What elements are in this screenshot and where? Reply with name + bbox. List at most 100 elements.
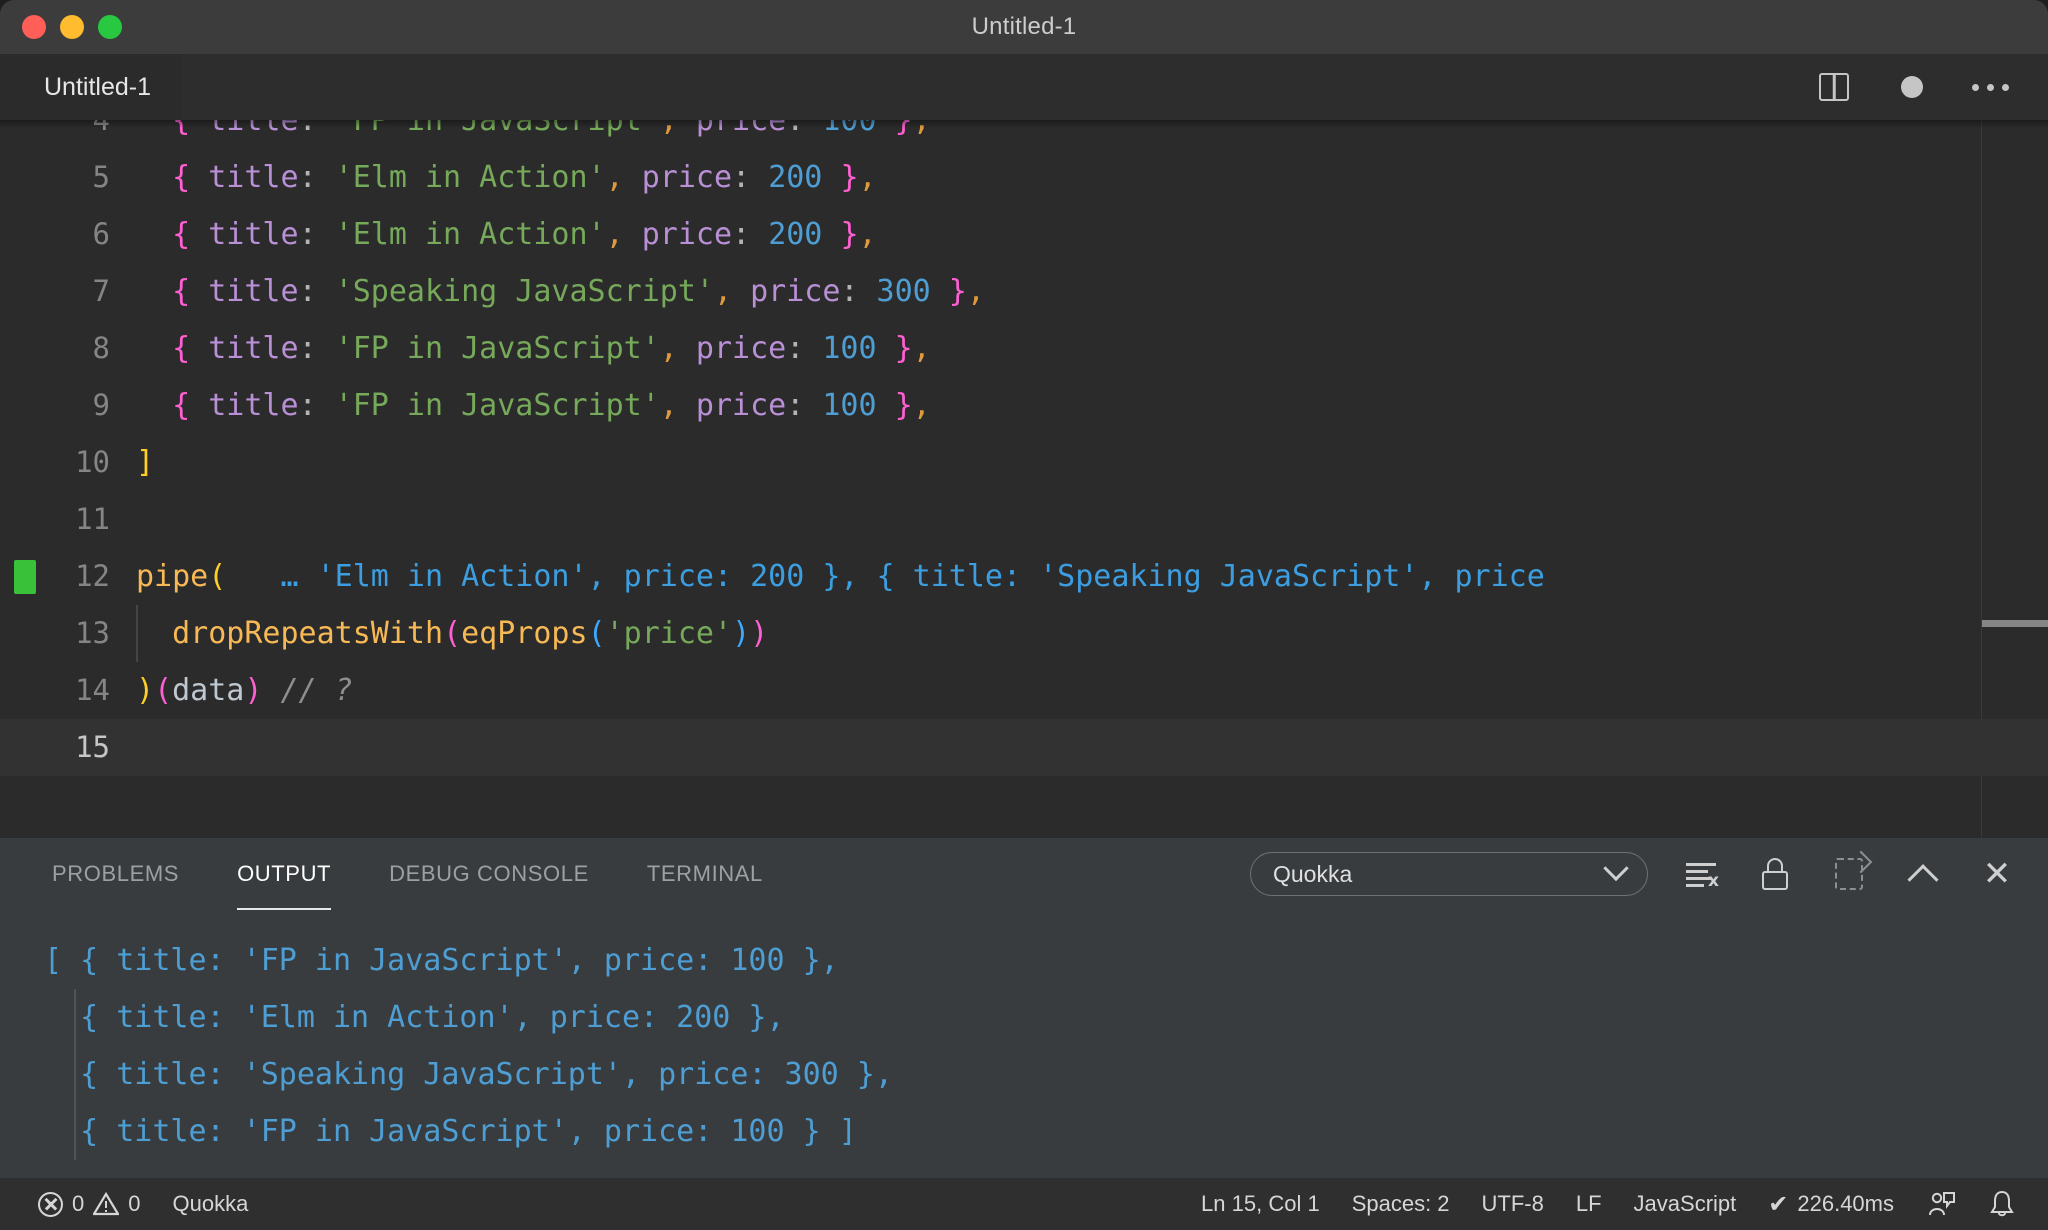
code-line-14[interactable]: 14 )(data) // ? bbox=[0, 662, 2048, 719]
encoding-label: UTF-8 bbox=[1481, 1191, 1544, 1216]
code-line-7[interactable]: 7 { title: 'Speaking JavaScript', price:… bbox=[0, 263, 2048, 320]
code-token: 300 bbox=[876, 274, 931, 309]
status-feedback-button[interactable] bbox=[1910, 1178, 1972, 1230]
notifications-bell-icon bbox=[1990, 1190, 2014, 1217]
cursor-position-label: Ln 15, Col 1 bbox=[1201, 1191, 1320, 1216]
line-number: 14 bbox=[75, 673, 110, 707]
code-token: , bbox=[858, 160, 877, 195]
editor-scrollbar[interactable] bbox=[1982, 620, 2048, 627]
code-line-9[interactable]: 9 { title: 'FP in JavaScript', price: 10… bbox=[0, 377, 2048, 434]
panel-tab-problems[interactable]: PROBLEMS bbox=[52, 838, 179, 910]
code-line-text: { title: 'FP in JavaScript', price: 100 … bbox=[136, 377, 931, 434]
code-line-10[interactable]: 10] bbox=[0, 434, 2048, 491]
code-line-text: { title: 'FP in JavaScript', price: 100 … bbox=[136, 320, 931, 377]
output-channel-select[interactable]: Quokka bbox=[1250, 852, 1648, 896]
editor-tab-bar: Untitled-1 bbox=[0, 54, 2048, 120]
code-line-text: )(data) // ? bbox=[136, 662, 353, 719]
output-channel-value: Quokka bbox=[1273, 860, 1353, 887]
code-line-text: dropRepeatsWith(eqProps('price')) bbox=[136, 605, 768, 662]
unsaved-indicator-button[interactable] bbox=[1892, 67, 1932, 107]
code-token: 'FP in JavaScript' bbox=[334, 388, 660, 423]
code-token: , bbox=[713, 274, 733, 309]
code-token: } bbox=[840, 217, 859, 252]
code-token: title bbox=[208, 160, 299, 195]
code-token: 'Elm in Action' bbox=[334, 160, 606, 195]
status-cursor-position[interactable]: Ln 15, Col 1 bbox=[1185, 1178, 1336, 1230]
code-line-15[interactable]: 15 bbox=[0, 719, 2048, 776]
split-editor-icon bbox=[1819, 73, 1849, 101]
panel-tab-debug-console[interactable]: DEBUG CONSOLE bbox=[389, 838, 589, 910]
output-line-text: [ { title: 'FP in JavaScript', price: 10… bbox=[44, 943, 839, 978]
line-number: 6 bbox=[92, 217, 110, 251]
minimize-window-button[interactable] bbox=[60, 15, 84, 39]
more-actions-button[interactable] bbox=[1970, 67, 2010, 107]
output-indent-guide bbox=[74, 989, 76, 1046]
open-in-editor-button[interactable] bbox=[1828, 853, 1870, 895]
status-notifications-button[interactable] bbox=[1972, 1178, 2032, 1230]
code-line-text: { title: 'Elm in Action', price: 200 }, bbox=[136, 149, 877, 206]
code-token: // ? bbox=[280, 673, 353, 708]
code-line-12[interactable]: 12 pipe( … 'Elm in Action', price: 200 },… bbox=[0, 548, 2048, 605]
editor-actions bbox=[1814, 67, 2048, 107]
line-number: 7 bbox=[92, 274, 110, 308]
panel-tab-output[interactable]: OUTPUT bbox=[237, 838, 332, 910]
code-line-6[interactable]: 6 { title: 'Elm in Action', price: 200 }… bbox=[0, 206, 2048, 263]
status-eol[interactable]: LF bbox=[1560, 1178, 1618, 1230]
code-editor[interactable]: 4 { title: 'FP in JavaScript', price: 10… bbox=[0, 120, 2048, 838]
close-panel-button[interactable]: ✕ bbox=[1976, 853, 2018, 895]
clear-output-button[interactable]: x bbox=[1680, 853, 1722, 895]
code-line-11[interactable]: 11 bbox=[0, 491, 2048, 548]
code-line-4[interactable]: 4 { title: 'FP in JavaScript', price: 10… bbox=[0, 120, 2048, 149]
code-token: 'FP in JavaScript' bbox=[334, 120, 660, 138]
panel-tab-terminal[interactable]: TERMINAL bbox=[647, 838, 763, 910]
status-language-mode[interactable]: JavaScript bbox=[1618, 1178, 1753, 1230]
split-editor-button[interactable] bbox=[1814, 67, 1854, 107]
output-line-text: { title: 'Elm in Action', price: 200 }, bbox=[44, 1000, 785, 1035]
code-token: : bbox=[298, 331, 317, 366]
status-extension-quokka[interactable]: Quokka bbox=[157, 1178, 265, 1230]
status-encoding[interactable]: UTF-8 bbox=[1466, 1178, 1560, 1230]
code-token: ) bbox=[244, 673, 263, 708]
code-token: : bbox=[298, 388, 317, 423]
code-line-5[interactable]: 5 { title: 'Elm in Action', price: 200 }… bbox=[0, 149, 2048, 206]
code-token: 'Elm in Action' bbox=[334, 217, 606, 252]
code-token: , bbox=[966, 274, 985, 309]
indent-guide bbox=[136, 605, 138, 662]
status-indentation[interactable]: Spaces: 2 bbox=[1336, 1178, 1466, 1230]
title-bar: Untitled-1 bbox=[0, 0, 2048, 54]
code-token: , bbox=[605, 217, 624, 252]
code-line-13[interactable]: 13 dropRepeatsWith(eqProps('price')) bbox=[0, 605, 2048, 662]
lock-scroll-button[interactable] bbox=[1754, 853, 1796, 895]
bottom-panel: PROBLEMS OUTPUT DEBUG CONSOLE TERMINAL Quok… bbox=[0, 838, 2048, 1178]
panel-actions: Quokka x ✕ bbox=[1250, 852, 2048, 896]
output-indent-guide bbox=[74, 1046, 76, 1103]
code-line-8[interactable]: 8 { title: 'FP in JavaScript', price: 10… bbox=[0, 320, 2048, 377]
output-line-text: { title: 'Speaking JavaScript', price: 3… bbox=[44, 1057, 893, 1092]
status-problems[interactable]: 0 0 bbox=[22, 1178, 157, 1230]
code-token: dropRepeatsWith bbox=[172, 616, 444, 651]
maximize-panel-button[interactable] bbox=[1902, 853, 1944, 896]
status-run-time[interactable]: ✔ 226.40ms bbox=[1752, 1178, 1910, 1230]
maximize-window-button[interactable] bbox=[98, 15, 122, 39]
editor-tab-untitled-1[interactable]: Untitled-1 bbox=[0, 54, 181, 120]
status-bar: 0 0 Quokka Ln 15, Col 1 Spaces: 2 UTF-8 … bbox=[0, 1178, 2048, 1230]
output-content[interactable]: [ { title: 'FP in JavaScript', price: 10… bbox=[0, 910, 2048, 1178]
code-token: : bbox=[298, 120, 317, 138]
close-window-button[interactable] bbox=[22, 15, 46, 39]
